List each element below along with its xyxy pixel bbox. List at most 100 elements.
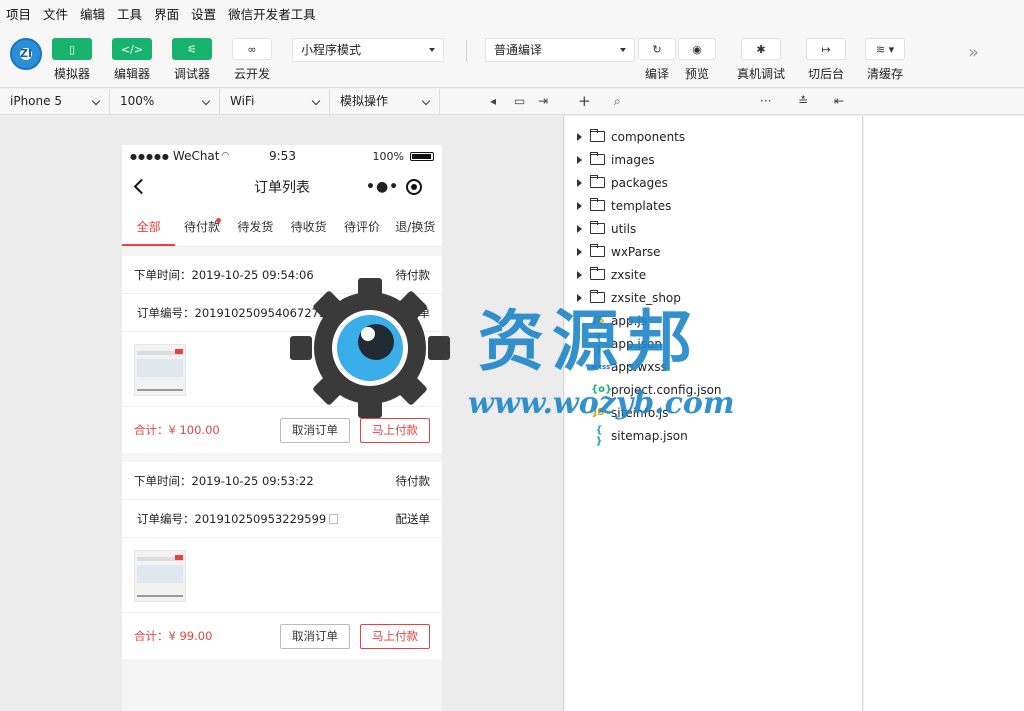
order-status: 待付款 xyxy=(395,267,431,282)
folder-item[interactable]: zxsite_shop xyxy=(565,286,863,309)
menu-project[interactable]: 项目 xyxy=(6,4,31,23)
menu-wechat-devtools[interactable]: 微信开发者工具 xyxy=(228,4,316,23)
file-item[interactable]: { } app.json xyxy=(565,332,863,355)
copy-icon[interactable] xyxy=(329,307,339,318)
folder-item[interactable]: zxsite xyxy=(565,263,863,286)
more-dots-icon[interactable]: •●• xyxy=(366,179,399,195)
chevron-down-icon xyxy=(91,96,101,106)
ellipsis-icon[interactable]: ··· xyxy=(760,94,771,108)
red-dot-badge xyxy=(215,218,221,223)
code-icon: </> xyxy=(112,38,152,60)
cancel-order-button[interactable]: 取消订单 xyxy=(280,623,350,649)
search-icon[interactable]: ⌕ xyxy=(614,94,621,109)
compile-select[interactable]: 普通编译 xyxy=(485,38,635,62)
network-select[interactable]: WiFi xyxy=(220,89,330,115)
window-icon[interactable]: ▭ xyxy=(514,94,525,108)
chevron-down-icon xyxy=(201,96,211,106)
folder-name: images xyxy=(611,152,655,167)
background-button[interactable]: ↦ 切后台 xyxy=(806,26,846,82)
pay-now-button[interactable]: 马上付款 xyxy=(360,417,430,443)
folder-item[interactable]: packages xyxy=(565,171,863,194)
zoom-select[interactable]: 100% xyxy=(110,89,220,115)
battery-percent: 100% xyxy=(372,150,404,163)
more-icon[interactable]: » xyxy=(968,42,979,63)
config-file-icon: {o} xyxy=(591,384,613,395)
order-footer: 合计：¥ 99.00 取消订单 马上付款 xyxy=(122,613,442,659)
folder-name: packages xyxy=(611,175,668,190)
cloud-button[interactable]: ∞ 云开发 xyxy=(232,26,272,82)
menu-settings[interactable]: 设置 xyxy=(191,4,216,23)
copy-icon[interactable] xyxy=(329,513,339,524)
file-item[interactable]: JS siteinfo.js xyxy=(565,401,863,424)
caret-down-icon xyxy=(429,48,435,52)
simulator-button[interactable]: ▯ 模拟器 xyxy=(52,26,92,82)
file-item[interactable]: JS app.js xyxy=(565,309,863,332)
capsule-menu: •●• xyxy=(354,175,430,199)
tab-refund[interactable]: 退/换货 xyxy=(389,207,442,246)
compile-select-value: 普通编译 xyxy=(494,43,543,57)
battery-icon xyxy=(410,152,434,161)
folder-item[interactable]: components xyxy=(565,125,863,148)
delivery-label: 配送单 xyxy=(395,511,431,526)
tab-pending-shipment[interactable]: 待发货 xyxy=(229,207,282,246)
add-icon[interactable]: + xyxy=(578,92,591,110)
cancel-order-button[interactable]: 取消订单 xyxy=(280,417,350,443)
compile-button[interactable]: ↻ 编译 xyxy=(638,26,676,82)
refresh-icon: ↻ xyxy=(638,38,676,60)
mode-select-value: 小程序模式 xyxy=(301,43,362,57)
menu-file[interactable]: 文件 xyxy=(43,4,68,23)
toolbar: ZI ▯ 模拟器 </> 编辑器 ⚟ 调试器 ∞ 云开发 小程序模式 普通编译 … xyxy=(0,26,1024,88)
remote-debug-label: 真机调试 xyxy=(737,67,786,81)
js-file-icon: JS xyxy=(593,407,605,418)
file-name: sitemap.json xyxy=(611,428,688,443)
background-label: 切后台 xyxy=(807,67,844,81)
operation-select[interactable]: 模拟操作 xyxy=(330,89,440,115)
close-target-icon[interactable] xyxy=(406,179,422,195)
file-name: siteinfo.js xyxy=(611,405,669,420)
tab-all[interactable]: 全部 xyxy=(122,207,176,246)
mode-select[interactable]: 小程序模式 xyxy=(292,38,444,62)
preview-button[interactable]: ◉ 预览 xyxy=(678,26,716,82)
folder-item[interactable]: wxParse xyxy=(565,240,863,263)
app-logo[interactable]: ZI xyxy=(10,38,42,70)
file-item[interactable]: { } sitemap.json xyxy=(565,424,863,447)
order-goods[interactable] xyxy=(122,332,442,407)
file-name: project.config.json xyxy=(611,382,722,397)
editor-button[interactable]: </> 编辑器 xyxy=(112,26,152,82)
tab-pending-payment[interactable]: 待付款 xyxy=(175,207,228,246)
order-total: 合计：¥ 100.00 xyxy=(134,423,220,437)
folder-item[interactable]: templates xyxy=(565,194,863,217)
file-name: app.json xyxy=(611,336,662,351)
clear-cache-button[interactable]: ≋ ▾ 清缓存 xyxy=(865,26,905,82)
eye-icon: ◉ xyxy=(678,38,716,60)
order-time: 下单时间：2019-10-25 09:54:06 xyxy=(134,267,314,282)
order-goods[interactable] xyxy=(122,538,442,613)
folder-icon xyxy=(590,290,605,303)
tab-pending-receipt[interactable]: 待收货 xyxy=(282,207,335,246)
pay-now-button[interactable]: 马上付款 xyxy=(360,623,430,649)
folder-item[interactable]: utils xyxy=(565,217,863,240)
nav-bar: 订单列表 •●• xyxy=(122,167,442,207)
compile-label: 编译 xyxy=(644,67,669,81)
debugger-button[interactable]: ⚟ 调试器 xyxy=(172,26,212,82)
folder-icon xyxy=(590,221,605,234)
device-select[interactable]: iPhone 5 xyxy=(0,89,110,115)
wifi-icon: ◠ xyxy=(221,151,230,161)
collapse-icon[interactable]: ≛ xyxy=(798,94,808,108)
remote-debug-button[interactable]: ✱ 真机调试 xyxy=(737,26,785,82)
menu-tools[interactable]: 工具 xyxy=(117,4,142,23)
dock-icon[interactable]: ⇥ xyxy=(538,94,548,108)
menu-view[interactable]: 界面 xyxy=(154,4,179,23)
caret-down-icon xyxy=(620,48,626,52)
tab-pending-review[interactable]: 待评价 xyxy=(335,207,388,246)
simulator-bar: iPhone 5 100% WiFi 模拟操作 ◂ ▭ ⇥ + ⌕ ··· ≛ … xyxy=(0,89,1024,115)
panel-toggle-icon[interactable]: ⇤ xyxy=(834,94,844,108)
back-icon[interactable] xyxy=(133,178,150,195)
file-name: app.js xyxy=(611,313,647,328)
file-item[interactable]: wxss app.wxss xyxy=(565,355,863,378)
volume-icon[interactable]: ◂ xyxy=(490,94,496,108)
file-item[interactable]: {o} project.config.json xyxy=(565,378,863,401)
switch-icon: ↦ xyxy=(806,38,846,60)
menu-edit[interactable]: 编辑 xyxy=(80,4,105,23)
folder-item[interactable]: images xyxy=(565,148,863,171)
